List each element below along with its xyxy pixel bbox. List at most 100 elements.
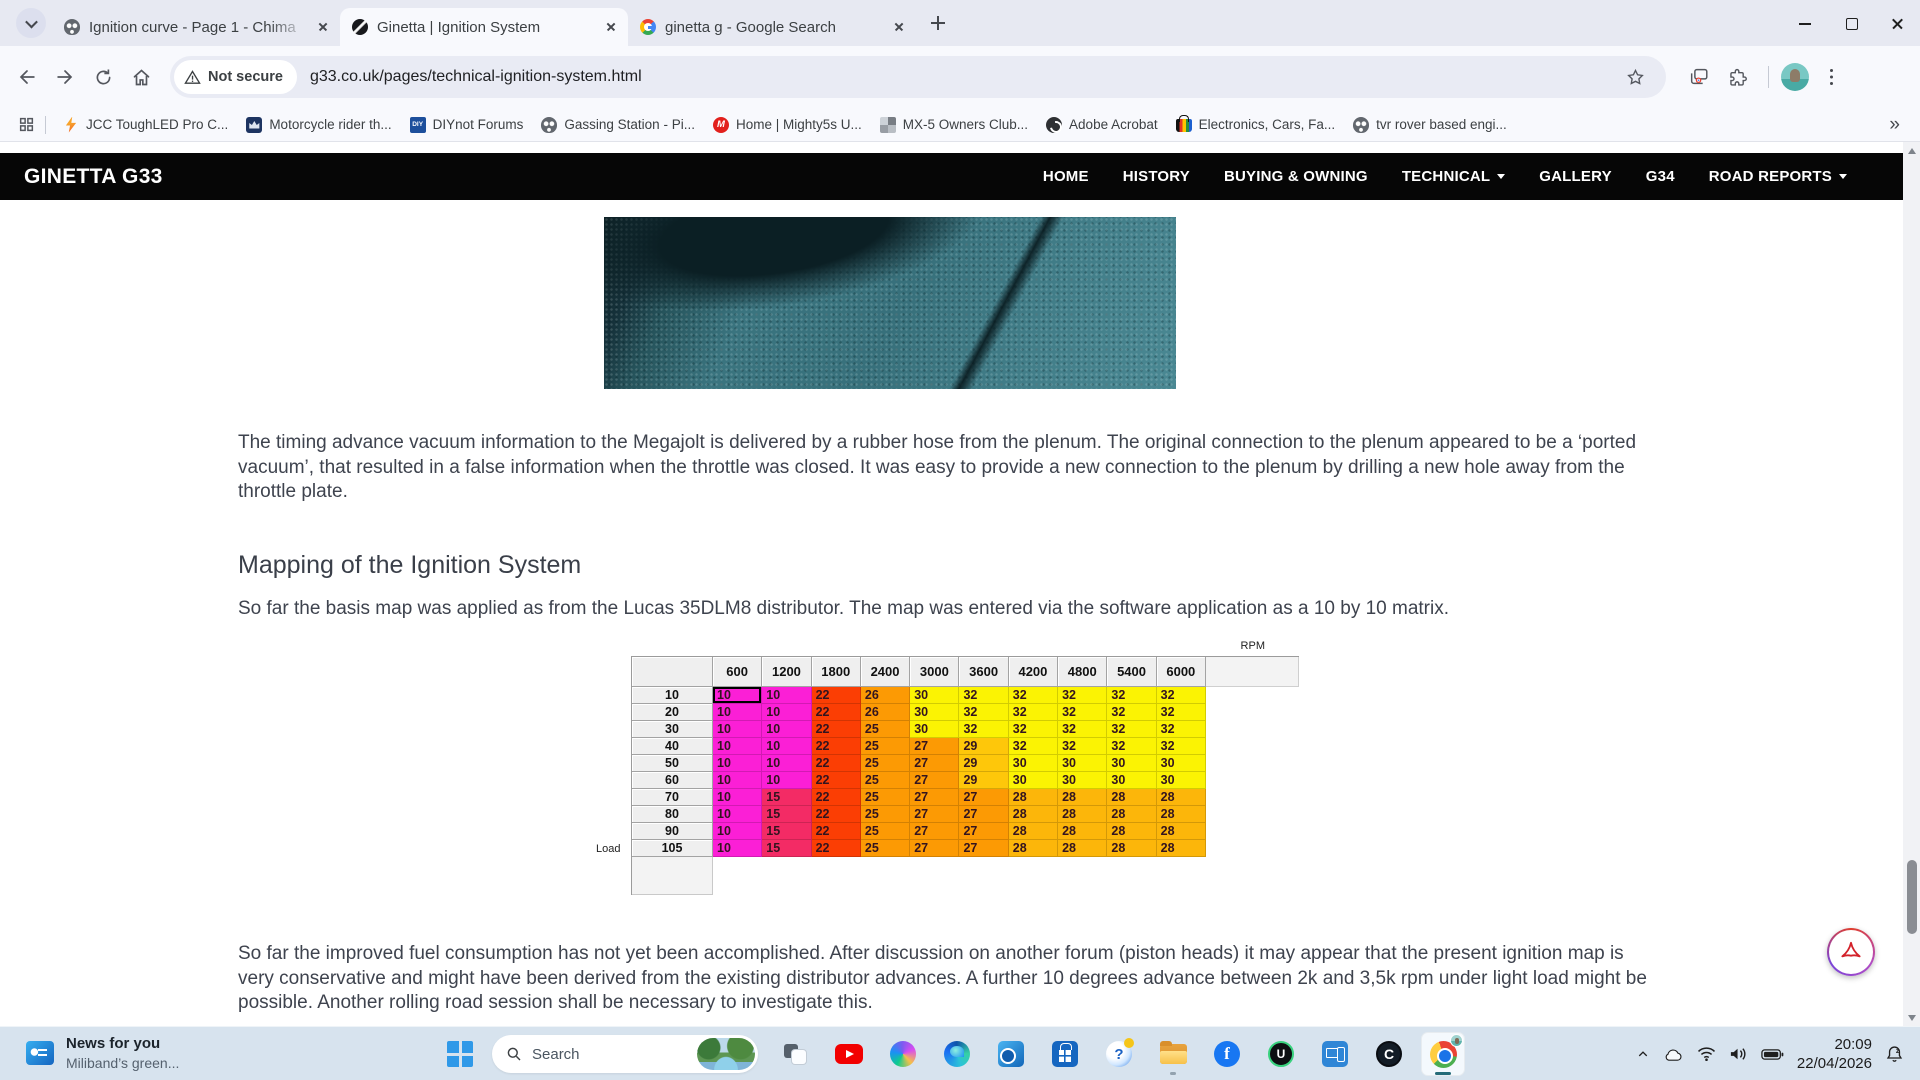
diy-icon: [410, 117, 426, 133]
security-chip[interactable]: Not secure: [174, 60, 297, 94]
map-cell: 25: [861, 738, 910, 755]
adobe-pdf-button[interactable]: [1827, 928, 1875, 976]
tray-chevron-up-icon[interactable]: [1636, 1048, 1650, 1060]
map-cell: 22: [812, 806, 861, 823]
bookmarks-list: JCC ToughLED Pro C...Motorcycle rider th…: [54, 113, 1883, 137]
nav-item-history[interactable]: HISTORY: [1123, 168, 1190, 185]
tab-title: Ginetta | Ignition System: [377, 19, 596, 36]
bookmark-item[interactable]: Home | Mighty5s U...: [704, 113, 871, 137]
tab-close-icon[interactable]: [314, 18, 332, 36]
map-cell: 30: [1009, 772, 1058, 789]
bookmark-item[interactable]: Adobe Acrobat: [1037, 113, 1167, 137]
nav-label: G34: [1646, 168, 1675, 185]
bookmarks-overflow-icon[interactable]: [1889, 117, 1900, 133]
nav-item-technical[interactable]: TECHNICAL: [1402, 168, 1505, 185]
browser-tab[interactable]: ginetta g - Google Search: [628, 8, 916, 46]
map-row-header: 50: [632, 755, 713, 772]
bookmark-item[interactable]: DIYnot Forums: [401, 113, 533, 137]
paragraph-fuel-consumption: So far the improved fuel consumption has…: [238, 942, 1662, 1016]
scrollbar-thumb[interactable]: [1907, 860, 1917, 934]
nav-item-home[interactable]: HOME: [1043, 168, 1089, 185]
news-text: News for you Miliband’s green...: [66, 1034, 179, 1072]
reload-icon[interactable]: [84, 58, 122, 96]
taskbar-app-edge[interactable]: [935, 1032, 979, 1076]
site-brand[interactable]: GINETTA G33: [24, 165, 163, 189]
bookmark-item[interactable]: Motorcycle rider th...: [237, 113, 400, 137]
carpet-photo: [604, 217, 1176, 389]
extensions-puzzle-icon[interactable]: [1718, 58, 1756, 96]
volume-icon[interactable]: [1729, 1046, 1748, 1062]
map-bottom-filler: [632, 857, 713, 895]
nav-item-road-reports[interactable]: ROAD REPORTS: [1709, 168, 1847, 185]
taskbar-app-youtube[interactable]: [827, 1032, 871, 1076]
map-cell: 30: [910, 687, 959, 704]
news-widget[interactable]: News for you Miliband’s green...: [26, 1034, 179, 1072]
browser-menu-icon[interactable]: [1821, 67, 1841, 87]
taskbar-app-outlook[interactable]: [989, 1032, 1033, 1076]
map-col-header: 600: [713, 657, 762, 687]
taskbar-app-facebook[interactable]: [1205, 1032, 1249, 1076]
address-bar[interactable]: Not secure g33.co.uk/pages/technical-ign…: [170, 56, 1666, 98]
browser-tab[interactable]: Ginetta | Ignition System: [340, 8, 628, 46]
minimize-button[interactable]: [1782, 0, 1828, 46]
taskbar-app-hp-smart[interactable]: [1313, 1032, 1357, 1076]
map-cell: 27: [959, 806, 1008, 823]
tab-close-icon[interactable]: [602, 18, 620, 36]
taskbar-app-copilot[interactable]: [881, 1032, 925, 1076]
profile-avatar[interactable]: [1781, 63, 1809, 91]
taskbar-app-task-view[interactable]: [773, 1032, 817, 1076]
paragraph-basis-map: So far the basis map was applied as from…: [238, 597, 1662, 622]
bookmark-item[interactable]: tvr rover based engi...: [1344, 113, 1516, 137]
back-icon[interactable]: [8, 58, 46, 96]
taskbar-clock[interactable]: 20:09 22/04/2026: [1797, 1035, 1872, 1074]
tab-search-icon[interactable]: [16, 8, 46, 38]
search-box[interactable]: Search: [492, 1035, 758, 1073]
wifi-icon[interactable]: [1697, 1046, 1716, 1062]
bookmark-item[interactable]: Gassing Station - Pi...: [532, 113, 704, 137]
taskbar-app-store[interactable]: [1043, 1032, 1087, 1076]
nav-item-g34[interactable]: G34: [1646, 168, 1675, 185]
scroll-down-icon[interactable]: [1903, 1009, 1920, 1026]
map-cell: 27: [910, 772, 959, 789]
new-tab-button[interactable]: [924, 9, 952, 37]
notification-bell-icon[interactable]: z: [1885, 1044, 1904, 1064]
taskbar-app-iobit[interactable]: [1259, 1032, 1303, 1076]
onedrive-cloud-icon[interactable]: [1663, 1047, 1684, 1062]
taskbar-app-explorer[interactable]: [1151, 1032, 1195, 1076]
start-button[interactable]: [447, 1041, 473, 1067]
scroll-up-icon[interactable]: [1903, 142, 1920, 159]
map-cell: 30: [1107, 772, 1156, 789]
map-cell: 10: [762, 772, 811, 789]
map-cell: 25: [861, 840, 910, 857]
browser-tab-strip: Ignition curve - Page 1 - Chima Ginetta |…: [0, 0, 1920, 46]
page-scrollbar[interactable]: [1903, 142, 1920, 1026]
warning-icon: [184, 69, 201, 86]
tab-close-icon[interactable]: [890, 18, 908, 36]
bookmark-item[interactable]: JCC ToughLED Pro C...: [54, 113, 237, 137]
taskbar-apps: [768, 1032, 1470, 1076]
taskbar-app-help[interactable]: [1097, 1032, 1141, 1076]
maximize-button[interactable]: [1828, 0, 1874, 46]
map-cell: 27: [959, 840, 1008, 857]
browser-windows-icon[interactable]: [1680, 58, 1718, 96]
battery-icon[interactable]: [1761, 1048, 1784, 1061]
bookmark-label: Gassing Station - Pi...: [564, 117, 695, 132]
taskbar-app-ccleaner[interactable]: [1367, 1032, 1411, 1076]
browser-tab[interactable]: Ignition curve - Page 1 - Chima: [52, 8, 340, 46]
forward-icon[interactable]: [46, 58, 84, 96]
nav-item-gallery[interactable]: GALLERY: [1539, 168, 1612, 185]
map-cell: 32: [1107, 721, 1156, 738]
bookmark-item[interactable]: Electronics, Cars, Fa...: [1167, 113, 1345, 136]
home-icon[interactable]: [122, 58, 160, 96]
map-cell: 15: [762, 806, 811, 823]
adobe-pdf-icon: [1829, 930, 1873, 974]
nav-item-buying-owning[interactable]: BUYING & OWNING: [1224, 168, 1368, 185]
apps-grid-icon[interactable]: [18, 116, 35, 133]
ignition-map-image: RPM Load 6001200180024003000360042004800…: [596, 640, 1311, 940]
bookmark-item[interactable]: MX-5 Owners Club...: [871, 113, 1037, 137]
explorer-icon: [1160, 1044, 1187, 1064]
taskbar-app-chrome[interactable]: [1421, 1032, 1465, 1076]
bookmark-label: Adobe Acrobat: [1069, 117, 1158, 132]
close-button[interactable]: [1874, 0, 1920, 46]
bookmark-star-icon[interactable]: [1616, 58, 1654, 96]
